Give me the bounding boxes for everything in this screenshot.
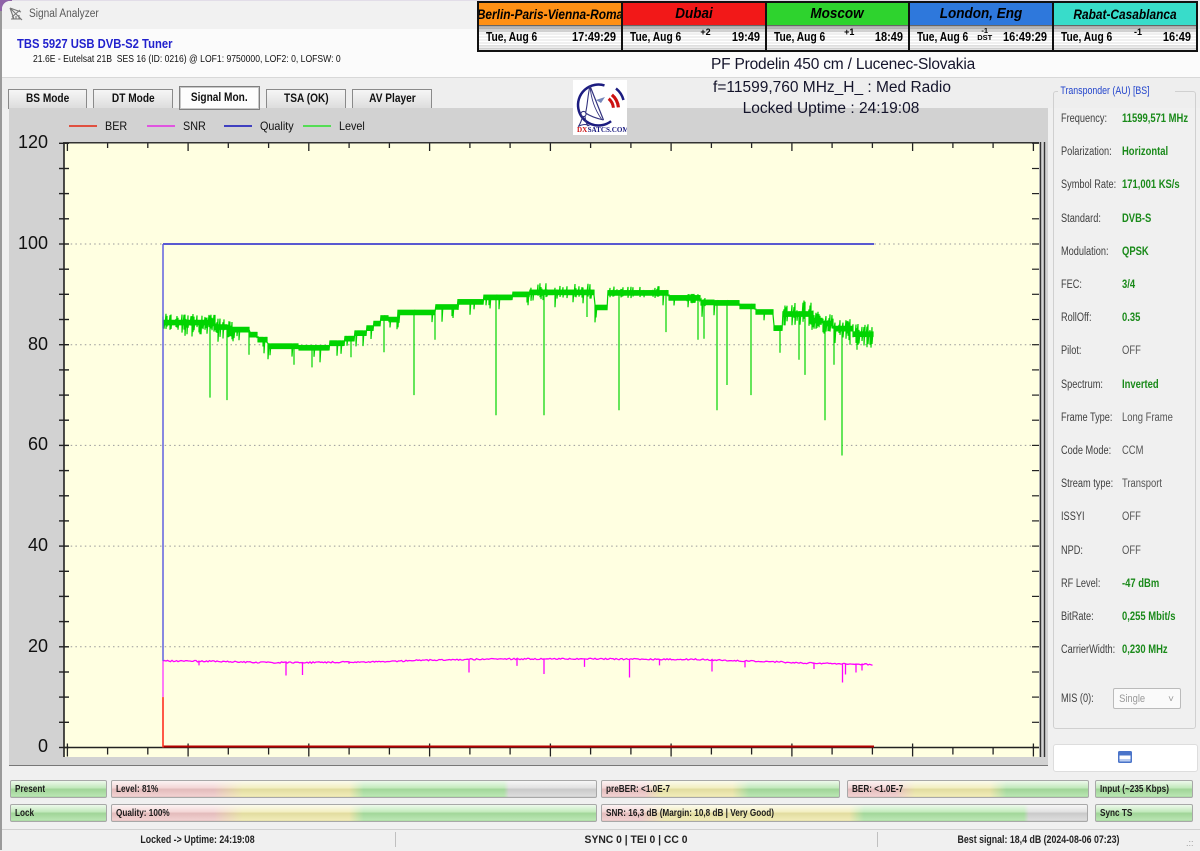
svg-text:DX: DX [577,126,588,134]
svg-text:SATCS.COM: SATCS.COM [588,126,627,134]
